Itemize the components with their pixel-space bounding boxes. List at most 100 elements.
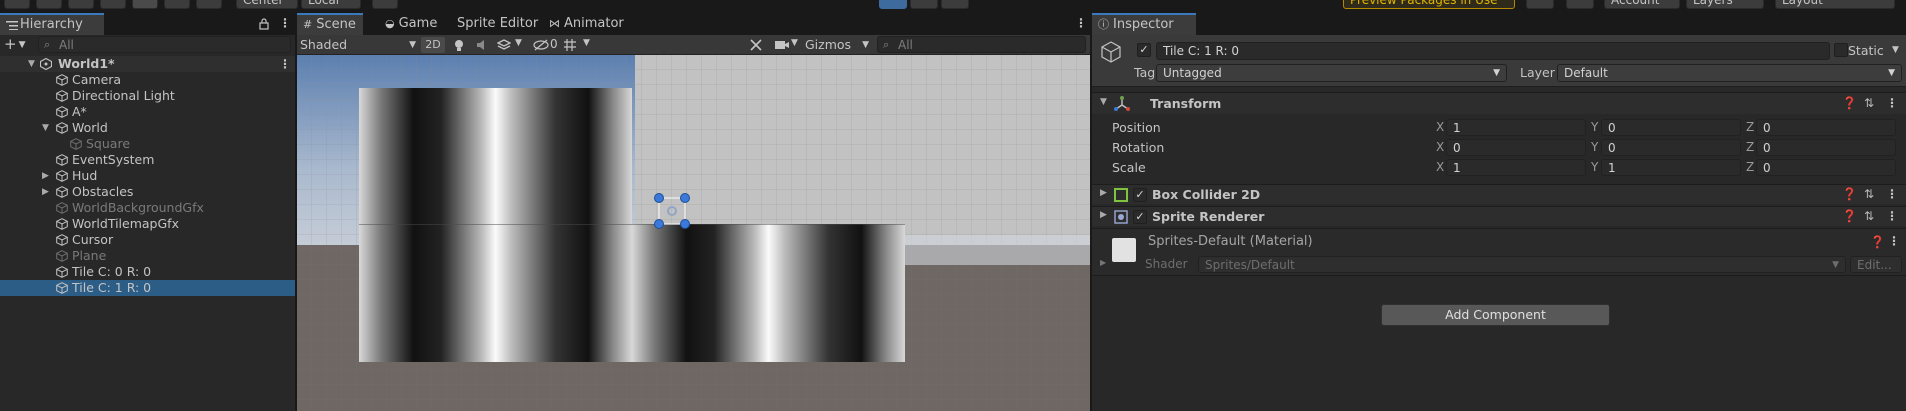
hierarchy-item[interactable]: EventSystem <box>0 152 295 168</box>
object-active-checkbox[interactable]: ✓ <box>1137 43 1151 57</box>
scene-viewport[interactable] <box>297 55 1090 411</box>
pause-button[interactable] <box>910 0 938 9</box>
component-menu-icon[interactable]: ⋮ <box>1886 187 1898 201</box>
lighting-icon[interactable] <box>452 38 466 52</box>
custom-tool-button[interactable] <box>196 0 222 9</box>
collapse-arrow-icon[interactable]: ▶ <box>1100 188 1107 198</box>
help-icon[interactable]: ❓ <box>1842 209 1857 223</box>
layers-dropdown[interactable]: Layers <box>1686 0 1764 9</box>
audio-icon[interactable] <box>475 38 489 52</box>
material-preview-swatch[interactable] <box>1112 238 1136 262</box>
help-icon[interactable]: ❓ <box>1842 96 1857 110</box>
scale-y-field[interactable]: 1 <box>1601 159 1741 176</box>
tab-animator[interactable]: ⋈ Animator <box>543 13 624 35</box>
camera-chevron-icon[interactable]: ▼ <box>791 38 798 48</box>
rotation-z-field[interactable]: 0 <box>1756 139 1896 156</box>
more-menu-icon[interactable]: ⋮ <box>279 16 291 30</box>
position-x-field[interactable]: 1 <box>1446 119 1586 136</box>
tools-icon[interactable] <box>749 38 763 52</box>
sprite-renderer-header[interactable]: ▶ ✓ Sprite Renderer ❓ ⇅ ⋮ <box>1092 206 1906 226</box>
collapse-arrow-icon[interactable]: ▶ <box>42 168 49 184</box>
gizmos-dropdown[interactable]: Gizmos ▼ <box>805 37 869 53</box>
scene-visibility-icon[interactable] <box>533 38 549 52</box>
hierarchy-item[interactable]: WorldBackgroundGfx <box>0 200 295 216</box>
hierarchy-item[interactable]: ▼ World <box>0 120 295 136</box>
step-button[interactable] <box>941 0 969 9</box>
rotate-tool-button[interactable] <box>68 0 94 9</box>
position-y-field[interactable]: 0 <box>1601 119 1741 136</box>
transform-tool-button[interactable] <box>164 0 190 9</box>
hierarchy-item[interactable]: Cursor <box>0 232 295 248</box>
transform-header[interactable]: ▼ Transform ❓ ⇅ ⋮ <box>1092 92 1906 114</box>
component-menu-icon[interactable]: ⋮ <box>1886 96 1898 110</box>
grid-chevron-icon[interactable]: ▼ <box>583 38 590 48</box>
preset-icon[interactable]: ⇅ <box>1864 209 1874 223</box>
help-icon[interactable]: ❓ <box>1842 187 1857 201</box>
scene-search-input[interactable]: ⌕ All <box>877 36 1086 53</box>
collapse-arrow-icon[interactable]: ▶ <box>1100 210 1107 220</box>
panel-divider[interactable] <box>295 13 297 411</box>
shader-dropdown[interactable]: Sprites/Default ▼ <box>1198 256 1846 273</box>
tab-game[interactable]: ◒ Game <box>379 13 437 35</box>
effects-icon[interactable] <box>497 38 511 52</box>
preview-packages-badge[interactable]: Preview Packages in Use <box>1343 0 1515 9</box>
add-component-button[interactable]: Add Component <box>1381 304 1610 326</box>
hierarchy-item[interactable]: ▶ Hud <box>0 168 295 184</box>
hierarchy-search-input[interactable]: ⌕ All <box>38 36 291 53</box>
preset-icon[interactable]: ⇅ <box>1864 187 1874 201</box>
scene-row[interactable]: ▼ World1* ⋮ <box>0 56 295 72</box>
hierarchy-item[interactable]: Tile C: 1 R: 0 <box>0 280 295 296</box>
tab-hierarchy[interactable]: Hierarchy <box>0 13 104 35</box>
box-collider-enabled-checkbox[interactable]: ✓ <box>1133 188 1147 202</box>
scene-menu-icon[interactable]: ⋮ <box>279 56 291 72</box>
2d-mode-toggle[interactable]: 2D <box>421 37 445 53</box>
account-dropdown[interactable]: Account <box>1604 0 1680 9</box>
panel-divider[interactable] <box>1090 13 1092 411</box>
hierarchy-item[interactable]: Directional Light <box>0 88 295 104</box>
collab-icon[interactable] <box>1526 0 1554 9</box>
hierarchy-item[interactable]: ▶ Obstacles <box>0 184 295 200</box>
grid-snap-icon[interactable] <box>563 38 577 52</box>
camera-icon[interactable] <box>775 39 789 51</box>
layout-dropdown[interactable]: Layout <box>1775 0 1895 9</box>
hand-tool-button[interactable] <box>4 0 30 9</box>
expand-arrow-icon[interactable]: ▼ <box>1100 97 1107 107</box>
scale-z-field[interactable]: 0 <box>1756 159 1896 176</box>
pivot-center-button[interactable]: Center <box>236 0 298 9</box>
cloud-icon[interactable] <box>1566 0 1594 9</box>
scene-more-menu-icon[interactable]: ⋮ <box>1075 16 1087 30</box>
static-chevron-icon[interactable]: ▼ <box>1892 45 1899 55</box>
material-expand-arrow-icon[interactable]: ▶ <box>1100 258 1106 267</box>
play-button[interactable] <box>879 0 907 9</box>
add-object-button[interactable]: + ▼ <box>4 35 26 53</box>
expand-arrow-icon[interactable]: ▼ <box>42 120 49 136</box>
tag-dropdown[interactable]: Untagged ▼ <box>1156 64 1507 82</box>
sprite-renderer-enabled-checkbox[interactable]: ✓ <box>1133 210 1147 224</box>
rotation-x-field[interactable]: 0 <box>1446 139 1586 156</box>
object-name-input[interactable]: Tile C: 1 R: 0 <box>1156 42 1830 60</box>
component-menu-icon[interactable]: ⋮ <box>1886 209 1898 223</box>
hierarchy-item[interactable]: Tile C: 0 R: 0 <box>0 264 295 280</box>
move-tool-button[interactable] <box>36 0 62 9</box>
tab-scene[interactable]: # Scene <box>297 13 363 35</box>
shading-mode-dropdown[interactable]: Shaded ▼ <box>300 37 416 53</box>
snap-button[interactable] <box>372 0 398 9</box>
material-menu-icon[interactable]: ⋮ <box>1888 234 1900 248</box>
hierarchy-item[interactable]: A* <box>0 104 295 120</box>
collapse-arrow-icon[interactable]: ▶ <box>42 184 49 200</box>
hierarchy-item[interactable]: WorldTilemapGfx <box>0 216 295 232</box>
expand-arrow-icon[interactable]: ▼ <box>28 56 35 72</box>
hierarchy-item[interactable]: Square <box>0 136 295 152</box>
tab-sprite-editor[interactable]: Sprite Editor <box>451 13 538 35</box>
tab-inspector[interactable]: ⓘ Inspector <box>1092 13 1196 35</box>
box-collider-header[interactable]: ▶ ✓ Box Collider 2D ❓ ⇅ ⋮ <box>1092 184 1906 204</box>
scale-x-field[interactable]: 1 <box>1446 159 1586 176</box>
shader-edit-button[interactable]: Edit... <box>1850 256 1902 273</box>
effects-chevron-icon[interactable]: ▼ <box>515 38 522 48</box>
lock-icon[interactable] <box>259 18 269 30</box>
layer-dropdown[interactable]: Default ▼ <box>1557 64 1902 82</box>
hierarchy-item[interactable]: Plane <box>0 248 295 264</box>
pivot-local-button[interactable]: Local <box>301 0 361 9</box>
help-icon[interactable]: ❓ <box>1870 235 1885 249</box>
rotation-y-field[interactable]: 0 <box>1601 139 1741 156</box>
